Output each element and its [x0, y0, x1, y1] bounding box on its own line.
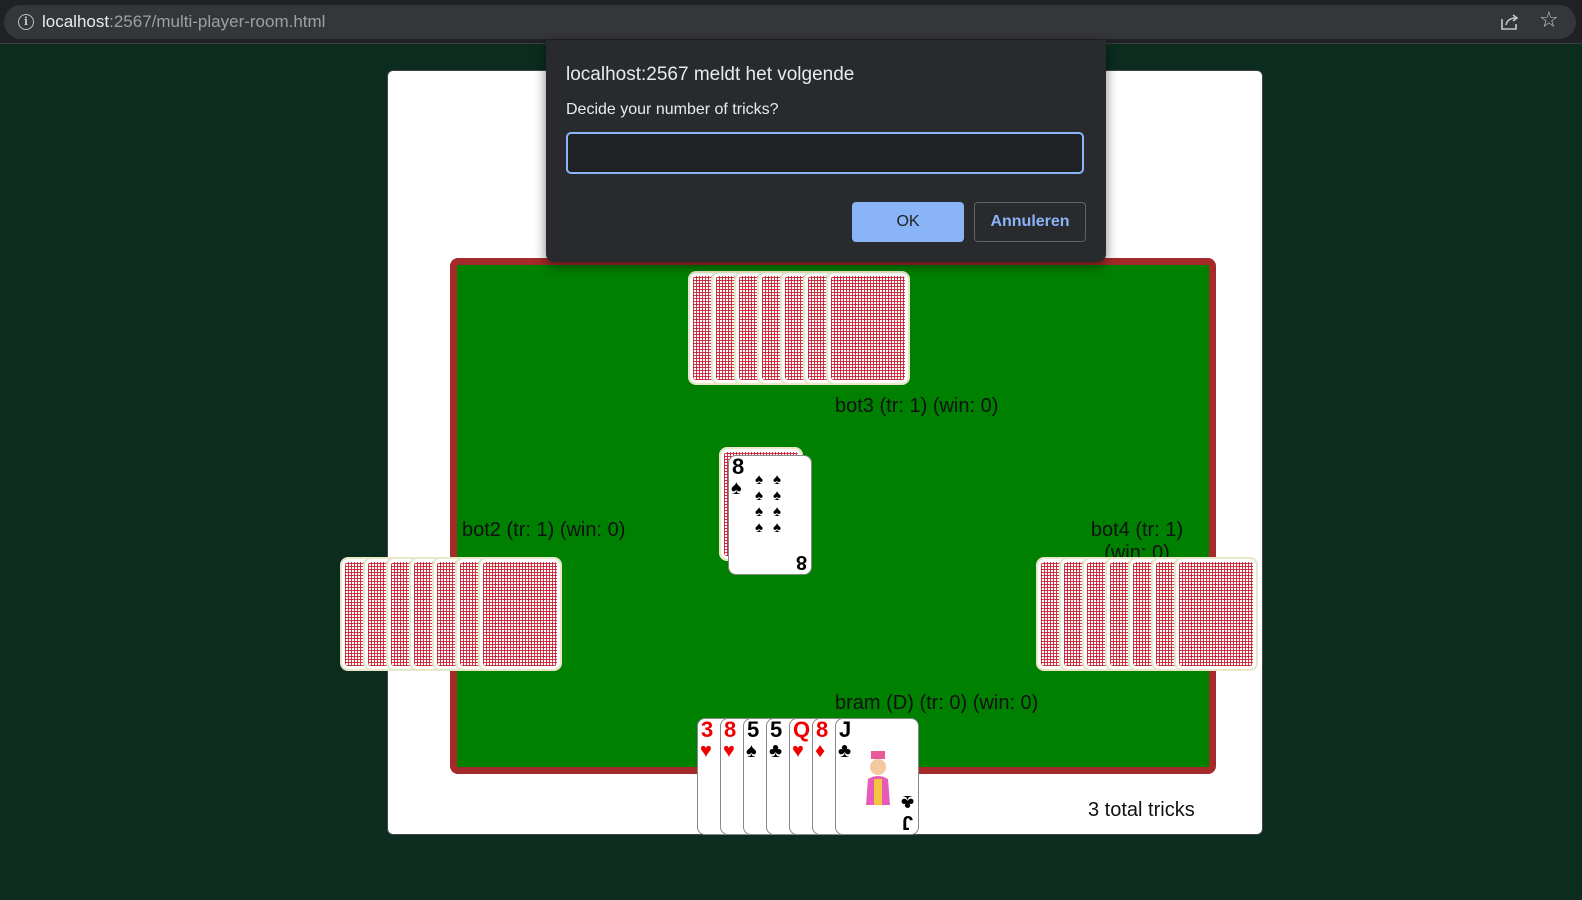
hand-card-rank: 3: [701, 717, 714, 742]
deck-card-pips: ♠♠ ♠♠ ♠♠ ♠♠: [755, 471, 791, 536]
url-host: localhost: [42, 12, 110, 31]
hand-card-suit: ♣: [838, 740, 852, 762]
bottom-player-label: bram (D) (tr: 0) (win: 0): [835, 692, 1039, 714]
hand-card-rank: J: [839, 717, 852, 742]
tricks-input[interactable]: [566, 132, 1084, 174]
hand-card-corner-suit: ♣: [900, 791, 914, 813]
hand-card-suit: ♥: [792, 740, 804, 762]
deck-card-rank: 8: [732, 454, 745, 479]
hand-card-rank: 8: [816, 717, 829, 742]
left-player-label: bot2 (tr: 1) (win: 0): [462, 519, 626, 541]
top-player-card-back: [826, 271, 910, 385]
hand-card-rank: Q: [793, 717, 811, 742]
jack-figure-icon: [862, 749, 894, 805]
hand-card-rank: 5: [770, 717, 783, 742]
cancel-button[interactable]: Annuleren: [974, 202, 1086, 242]
hand-card-suit: ♦: [815, 740, 826, 762]
hand-card-rank: 8: [724, 717, 737, 742]
hand-card-suit: ♣: [769, 740, 783, 762]
hand-card-rank: 5: [747, 717, 760, 742]
share-icon[interactable]: [1500, 13, 1520, 31]
hand-card-suit: ♠: [746, 740, 757, 762]
ok-button[interactable]: OK: [852, 202, 964, 242]
deck-top-card[interactable]: 8 ♠ ♠♠ ♠♠ ♠♠ ♠♠ 8: [728, 455, 812, 575]
address-bar[interactable]: i localhost:2567/multi-player-room.html …: [4, 5, 1576, 39]
star-icon[interactable]: ☆: [1539, 10, 1561, 32]
right-player-card-back: [1174, 557, 1258, 671]
dialog-message: Decide your number of tricks?: [566, 101, 779, 118]
dialog-title: localhost:2567 meldt het volgende: [566, 64, 855, 85]
hand-card[interactable]: J ♣ J ♣: [835, 718, 919, 835]
hand-card-corner-rank: J: [901, 811, 913, 833]
hand-card-corner: J ♣: [900, 791, 914, 833]
deck-card-suit: ♠: [731, 477, 742, 499]
info-icon[interactable]: i: [18, 14, 34, 30]
browser-toolbar: i localhost:2567/multi-player-room.html …: [0, 0, 1582, 44]
top-player-label: bot3 (tr: 1) (win: 0): [835, 395, 999, 417]
hand-card-suit: ♥: [700, 740, 712, 762]
left-player-card-back: [478, 557, 562, 671]
prompt-dialog: localhost:2567 meldt het volgende Decide…: [546, 40, 1106, 262]
url-text[interactable]: localhost:2567/multi-player-room.html: [42, 12, 325, 32]
right-player-label: bot4 (tr: 1) (win: 0): [1090, 519, 1184, 557]
hand-card-suit: ♥: [723, 740, 735, 762]
deck-card-corner: 8: [795, 551, 807, 573]
url-path: :2567/multi-player-room.html: [109, 12, 326, 31]
total-tricks: 3 total tricks: [1088, 799, 1195, 821]
